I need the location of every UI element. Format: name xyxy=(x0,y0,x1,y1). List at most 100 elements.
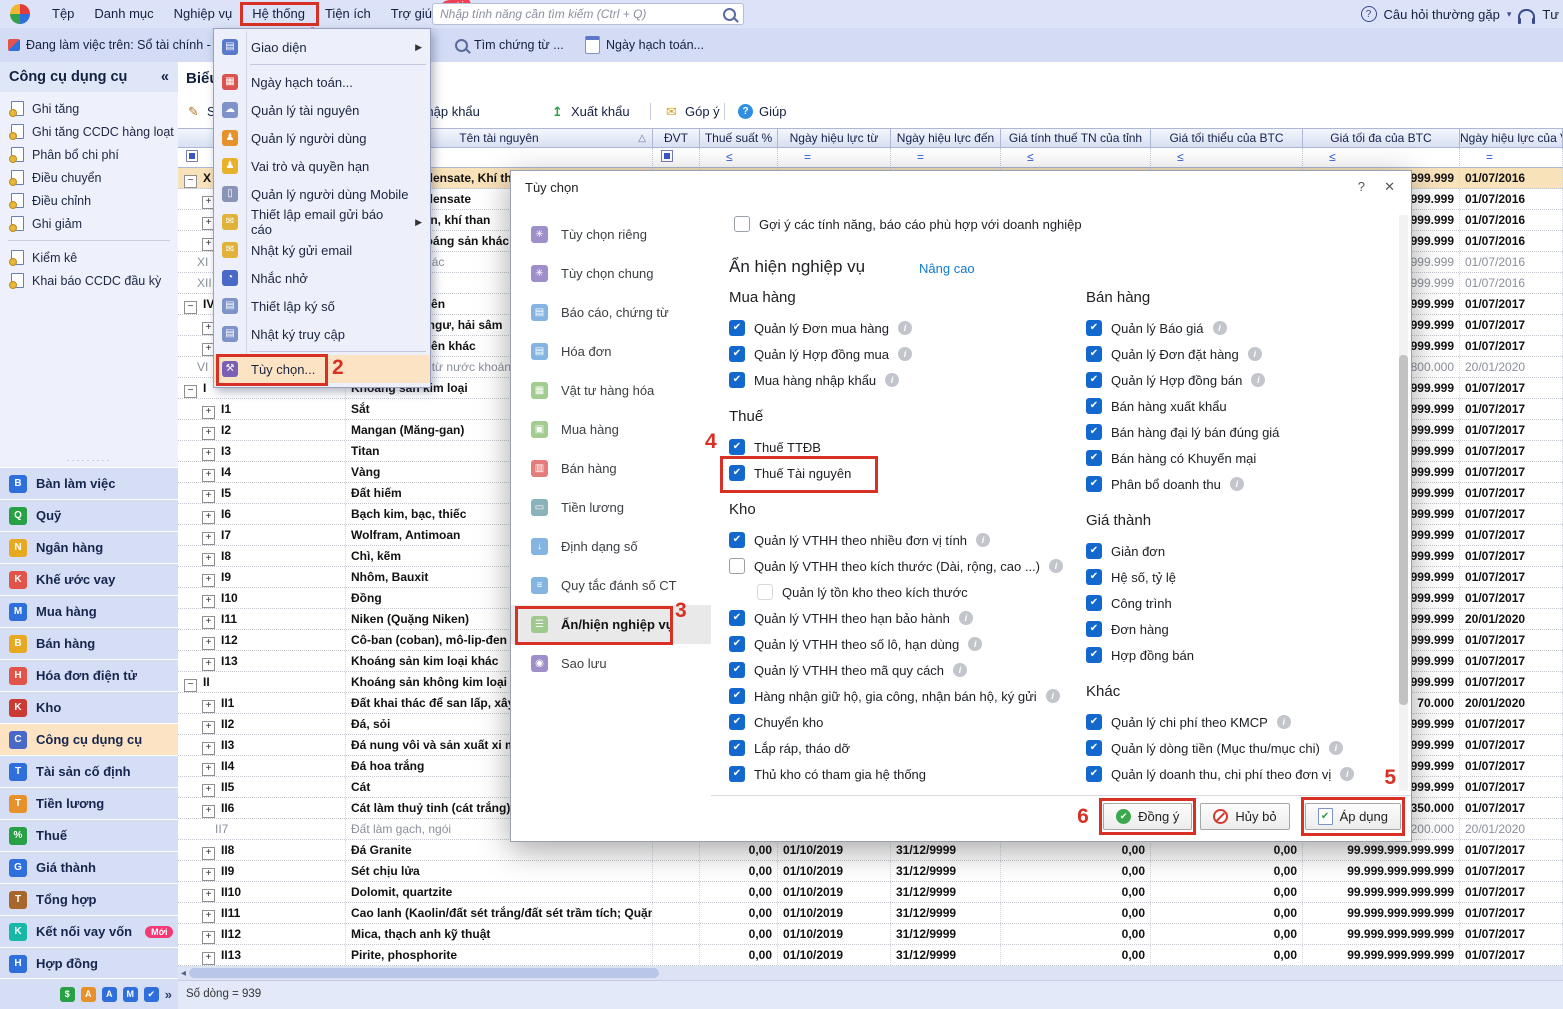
worker-icon[interactable]: A xyxy=(102,987,117,1002)
collapse-icon[interactable]: « xyxy=(161,69,169,85)
employee-icon[interactable]: A xyxy=(81,987,96,1002)
filter-cell-5[interactable]: = xyxy=(891,148,1001,168)
menu-3[interactable]: Hệ thống1 xyxy=(242,0,315,28)
checkbox-checked-icon[interactable]: ✔ xyxy=(1086,569,1102,585)
nav-tổng-hợp[interactable]: TTổng hợp xyxy=(0,883,178,915)
dialog-nav-hóa-đơn[interactable]: ▤Hóa đơn xyxy=(511,332,711,371)
filter-cell-2[interactable] xyxy=(653,148,700,168)
menu-2[interactable]: Nghiệp vụ xyxy=(164,0,243,28)
expand-row-icon[interactable]: + xyxy=(202,427,215,440)
checkbox-row[interactable]: ✔Quản lý Hợp đồng báni xyxy=(1086,367,1416,393)
checkbox-checked-icon[interactable]: ✔ xyxy=(1086,372,1102,388)
filter-cell-7[interactable]: ≤ xyxy=(1151,148,1303,168)
support-icon[interactable] xyxy=(1518,9,1535,20)
checkbox-checked-icon[interactable]: ✔ xyxy=(1086,320,1102,336)
system-menu-item[interactable]: ✉Thiết lập email gửi báo cáo▶ xyxy=(214,208,430,236)
checkbox-row[interactable]: ✔Quản lý Đơn đặt hàngi xyxy=(1086,341,1416,367)
checkbox-row[interactable]: ✔Bán hàng có Khuyến mại xyxy=(1086,445,1416,471)
menu-1[interactable]: Danh mục xyxy=(84,0,163,28)
more-icon[interactable]: » xyxy=(165,987,172,1002)
collapse-row-icon[interactable]: − xyxy=(184,679,197,692)
posting-date-button[interactable]: Ngày hạch toán... xyxy=(585,28,704,62)
search-icon[interactable] xyxy=(723,8,736,21)
checkbox-checked-icon[interactable]: ✔ xyxy=(729,740,745,756)
sidebar-item[interactable]: Kiểm kê xyxy=(0,246,178,269)
info-icon[interactable]: i xyxy=(1340,767,1354,781)
info-icon[interactable]: i xyxy=(1329,741,1343,755)
dialog-nav-tiền-lương[interactable]: ▭Tiền lương xyxy=(511,488,711,527)
info-icon[interactable]: i xyxy=(959,611,973,625)
faq-link[interactable]: Câu hỏi thường gặp xyxy=(1384,7,1500,22)
search-input[interactable]: Nhập tính năng cần tìm kiếm (Ctrl + Q) xyxy=(432,3,744,25)
checkbox-row[interactable]: ✔Quản lý Hợp đồng muai xyxy=(729,341,1081,367)
checkbox-row[interactable]: ✔Bán hàng xuất khẩu xyxy=(1086,393,1416,419)
nav-ngân-hàng[interactable]: NNgân hàng xyxy=(0,531,178,563)
expand-row-icon[interactable]: + xyxy=(202,553,215,566)
column-header-6[interactable]: Giá tính thuế TN của tỉnh xyxy=(1001,128,1151,148)
system-menu-item[interactable]: ⚒Tùy chọn...2 xyxy=(214,355,430,383)
checkbox-row[interactable]: ✔Quản lý VTHH theo số lô, hạn dùngi xyxy=(729,631,1081,657)
dialog-nav-mua-hàng[interactable]: ▣Mua hàng xyxy=(511,410,711,449)
checkbox-row[interactable]: ✔Phân bổ doanh thui xyxy=(1086,471,1416,497)
info-icon[interactable]: i xyxy=(968,637,982,651)
expand-row-icon[interactable]: + xyxy=(202,763,215,776)
checkbox-checked-icon[interactable]: ✔ xyxy=(1086,424,1102,440)
checkbox-checked-icon[interactable]: ✔ xyxy=(729,320,745,336)
find-voucher-button[interactable]: Tìm chứng từ ... xyxy=(455,28,564,62)
filter-cell-4[interactable]: = xyxy=(778,148,891,168)
dialog-nav-bán-hàng[interactable]: ▥Bán hàng xyxy=(511,449,711,488)
checkbox-checked-icon[interactable]: ✔ xyxy=(729,662,745,678)
expand-row-icon[interactable]: + xyxy=(202,700,215,713)
cash-icon[interactable]: $ xyxy=(60,987,75,1002)
column-header-3[interactable]: Thuế suất % xyxy=(700,128,778,148)
info-icon[interactable]: i xyxy=(898,321,912,335)
áp-dụng-button[interactable]: ✔Áp dụng5 xyxy=(1305,803,1401,830)
checkbox-row[interactable]: ✔Quản lý VTHH theo hạn bảo hànhi xyxy=(729,605,1081,631)
checkbox-checked-icon[interactable]: ✔ xyxy=(729,714,745,730)
checkbox-row[interactable]: ✔Quản lý doanh thu, chi phí theo đơn vịi xyxy=(1086,761,1416,787)
checkbox-checked-icon[interactable]: ✔ xyxy=(1086,621,1102,637)
close-icon[interactable]: ✕ xyxy=(1384,179,1395,195)
dialog-nav-tùy-chọn-riêng[interactable]: ✳Tùy chọn riêng xyxy=(511,215,711,254)
nav-tài-sản-cố-định[interactable]: TTài sản cố định xyxy=(0,755,178,787)
sidebar-item[interactable]: Điều chuyển xyxy=(0,166,178,189)
expand-row-icon[interactable]: + xyxy=(202,721,215,734)
hủy-bỏ-button[interactable]: Hủy bỏ xyxy=(1200,803,1289,830)
column-header-8[interactable]: Giá tối đa của BTC xyxy=(1303,128,1460,148)
mailbox-icon[interactable]: M xyxy=(123,987,138,1002)
advanced-link[interactable]: Nâng cao xyxy=(919,261,975,276)
info-icon[interactable]: i xyxy=(1277,715,1291,729)
collapse-row-icon[interactable]: − xyxy=(184,385,197,398)
info-icon[interactable]: i xyxy=(1251,373,1265,387)
checkbox-checked-icon[interactable]: ✔ xyxy=(1086,543,1102,559)
table-row[interactable]: +II8Đá Granite0,0001/10/201931/12/99990,… xyxy=(178,840,1563,861)
expand-row-icon[interactable]: + xyxy=(202,469,215,482)
scrollbar-thumb[interactable] xyxy=(189,968,659,978)
nav-giá-thành[interactable]: GGiá thành xyxy=(0,851,178,883)
sidebar-item[interactable]: Khai báo CCDC đầu kỳ xyxy=(0,269,178,292)
system-menu-item[interactable]: ▦Ngày hạch toán... xyxy=(214,68,430,96)
info-icon[interactable]: i xyxy=(976,533,990,547)
table-row[interactable]: +II10Dolomit, quartzite0,0001/10/201931/… xyxy=(178,882,1563,903)
checkbox-checked-icon[interactable]: ✔ xyxy=(729,636,745,652)
info-icon[interactable]: i xyxy=(885,373,899,387)
checkbox-checked-icon[interactable]: ✔ xyxy=(729,688,745,704)
checkbox-checked-icon[interactable]: ✔ xyxy=(729,532,745,548)
nav-mua-hàng[interactable]: MMua hàng xyxy=(0,595,178,627)
nav-hợp-đồng[interactable]: HHợp đồng xyxy=(0,947,178,979)
expand-row-icon[interactable]: + xyxy=(202,406,215,419)
suggest-checkbox-row[interactable]: Gợi ý các tính năng, báo cáo phù hợp với… xyxy=(734,216,1082,232)
toolbar-3[interactable]: ✉Góp ý xyxy=(664,95,720,128)
checkbox-checked-icon[interactable]: ✔ xyxy=(729,465,745,481)
system-menu-item[interactable]: ◔Nhắc nhở xyxy=(214,264,430,292)
horizontal-scrollbar[interactable]: ◂ xyxy=(178,966,1563,980)
dialog-scrollbar[interactable] xyxy=(1399,215,1408,791)
expand-row-icon[interactable]: + xyxy=(202,637,215,650)
expand-row-icon[interactable]: + xyxy=(202,490,215,503)
expand-row-icon[interactable]: + xyxy=(202,889,215,902)
expand-row-icon[interactable]: + xyxy=(202,847,215,860)
checkbox-unchecked-icon[interactable] xyxy=(757,584,773,600)
checkbox-checked-icon[interactable]: ✔ xyxy=(1086,398,1102,414)
checkbox-checked-icon[interactable]: ✔ xyxy=(729,346,745,362)
checkbox-row[interactable]: ✔Mua hàng nhập khẩui xyxy=(729,367,1081,393)
